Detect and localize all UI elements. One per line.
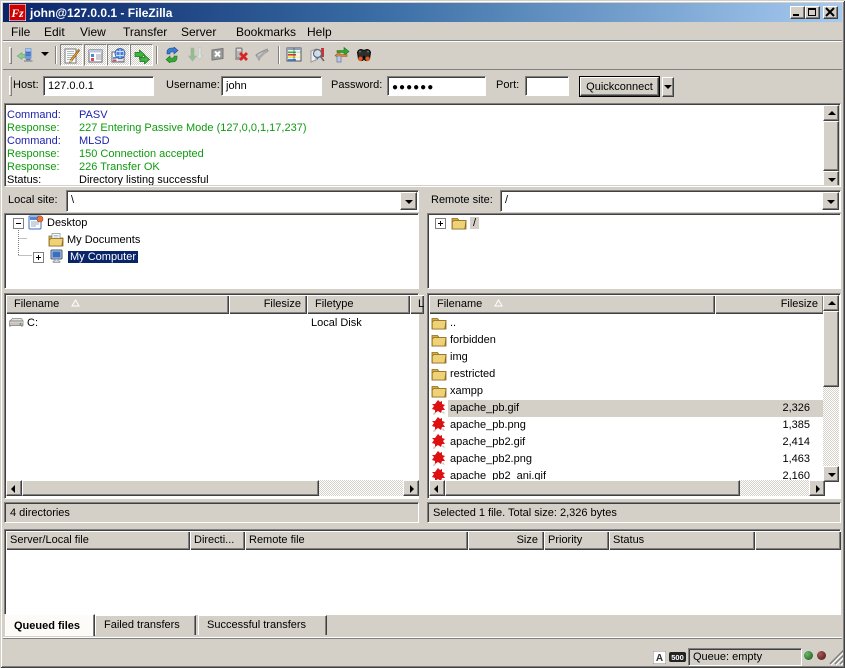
svg-text:A: A [656,653,663,664]
svg-text:500: 500 [671,653,684,662]
svg-text:Fz: Fz [10,7,24,20]
